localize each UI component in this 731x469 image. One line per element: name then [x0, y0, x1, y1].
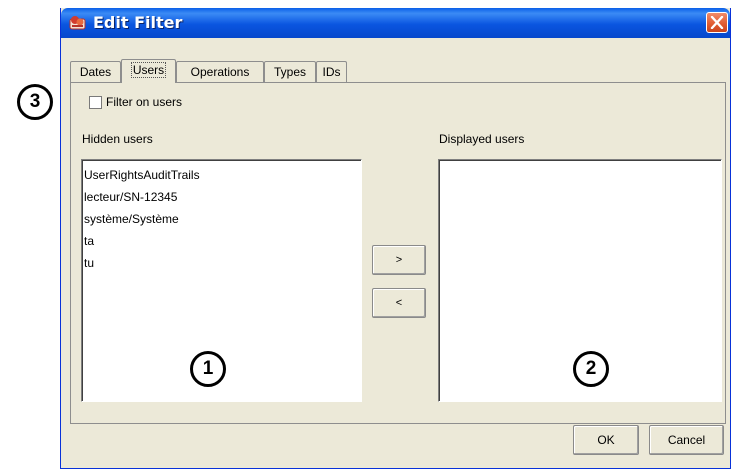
tab-users[interactable]: Users [121, 59, 176, 83]
tab-ids[interactable]: IDs [316, 61, 347, 82]
title-bar[interactable]: Edit Filter [61, 8, 730, 38]
filter-on-users-checkbox[interactable] [89, 96, 102, 109]
tab-types[interactable]: Types [264, 61, 316, 82]
tab-dates[interactable]: Dates [70, 61, 121, 82]
list-item[interactable]: système/Système [82, 208, 361, 230]
filter-on-users-label: Filter on users [106, 95, 183, 109]
tab-operations[interactable]: Operations [176, 61, 264, 82]
callout-2: 2 [573, 351, 609, 387]
list-item[interactable]: lecteur/SN-12345 [82, 186, 361, 208]
callout-3: 3 [17, 84, 53, 120]
close-button[interactable] [706, 12, 728, 33]
cancel-button[interactable]: Cancel [649, 425, 724, 455]
move-left-button[interactable]: < [372, 288, 426, 318]
displayed-users-label: Displayed users [439, 132, 525, 146]
close-icon [710, 16, 724, 29]
list-item[interactable]: UserRightsAuditTrails [82, 164, 361, 186]
callout-1: 1 [190, 351, 226, 387]
hidden-users-label: Hidden users [82, 132, 153, 146]
window-title: Edit Filter [93, 13, 183, 32]
move-right-button[interactable]: > [372, 245, 426, 275]
tab-users-label: Users [130, 62, 167, 78]
app-icon [69, 16, 86, 30]
list-item[interactable]: ta [82, 230, 361, 252]
ok-button[interactable]: OK [573, 425, 639, 455]
list-item[interactable]: tu [82, 252, 361, 274]
